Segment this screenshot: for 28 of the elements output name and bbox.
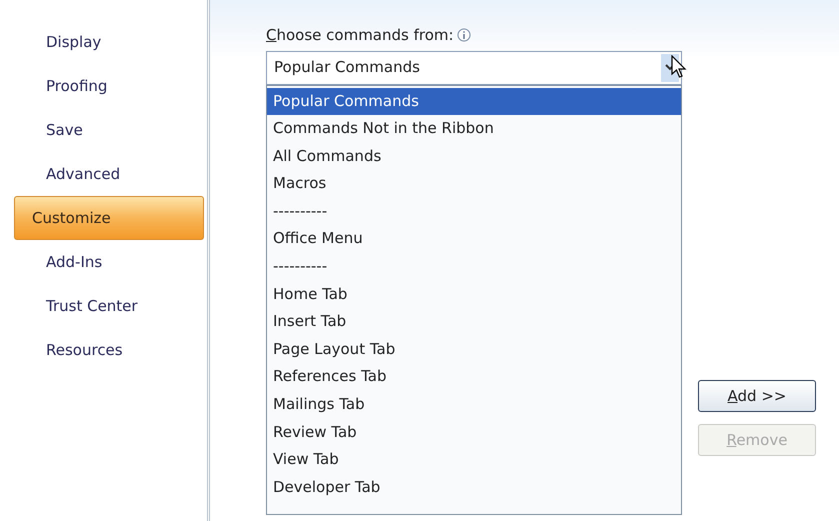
sidebar-item[interactable]: Advanced	[14, 152, 204, 196]
sidebar-item[interactable]: Resources	[14, 328, 204, 372]
sidebar-item[interactable]: Add-Ins	[14, 240, 204, 284]
dropdown-option[interactable]: All Commands	[267, 142, 681, 170]
dropdown-option[interactable]: Macros	[267, 170, 681, 198]
sidebar-item[interactable]: Save	[14, 108, 204, 152]
dropdown-option[interactable]: Popular Commands	[267, 88, 681, 116]
field-label: Choose commands from:	[266, 25, 454, 46]
dropdown-option[interactable]: Home Tab	[267, 280, 681, 308]
dropdown-option[interactable]: References Tab	[267, 363, 681, 392]
dropdown-option[interactable]: Page Layout Tab	[267, 336, 681, 364]
sidebar-item[interactable]: Display	[14, 20, 204, 64]
dropdown-option[interactable]: Office Menu	[267, 225, 681, 254]
dropdown-option[interactable]: View Tab	[267, 446, 681, 474]
dropdown-option[interactable]: Review Tab	[267, 418, 681, 446]
info-icon	[456, 28, 471, 42]
sidebar-item[interactable]: Customize	[14, 196, 204, 240]
dropdown-option[interactable]: ----------	[267, 198, 681, 226]
dropdown-option[interactable]: Commands Not in the Ribbon	[267, 115, 681, 143]
dropdown-option[interactable]: Insert Tab	[267, 308, 681, 336]
dropdown-option[interactable]: ----------	[267, 253, 681, 281]
dialog-button[interactable]: Add >>	[698, 380, 816, 412]
dropdown-option[interactable]: Mailings Tab	[267, 391, 681, 419]
dropdown-option[interactable]: Developer Tab	[267, 474, 681, 502]
dropdown-field[interactable]: Popular Commands	[266, 50, 682, 84]
sidebar-item[interactable]: Trust Center	[14, 284, 204, 328]
pointer-icon	[671, 55, 687, 79]
sidebar-item[interactable]: Proofing	[14, 64, 204, 108]
